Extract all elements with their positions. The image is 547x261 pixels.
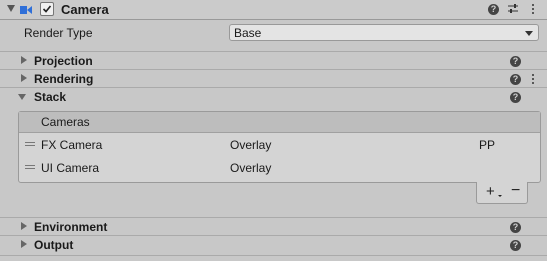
help-icon[interactable]: ? bbox=[510, 222, 521, 233]
camera-extra: PP bbox=[479, 138, 496, 152]
collapsed-arrow-icon bbox=[21, 74, 27, 82]
collapsed-arrow-icon bbox=[21, 240, 27, 248]
list-footer: + − bbox=[476, 182, 528, 204]
help-icon[interactable]: ? bbox=[510, 240, 521, 251]
help-icon[interactable]: ? bbox=[510, 74, 521, 85]
camera-type: Overlay bbox=[230, 138, 272, 152]
section-title: Environment bbox=[34, 220, 108, 234]
enabled-checkbox[interactable] bbox=[40, 2, 54, 16]
list-item[interactable]: FX Camera Overlay PP bbox=[19, 134, 540, 156]
expanded-arrow-icon bbox=[18, 94, 26, 100]
list-header-label: Cameras bbox=[41, 115, 90, 129]
section-stack[interactable]: Stack ? bbox=[0, 87, 547, 106]
section-output[interactable]: Output ? bbox=[0, 235, 547, 254]
add-dropdown-icon bbox=[498, 195, 502, 197]
section-projection[interactable]: Projection ? bbox=[0, 51, 547, 70]
section-title: Output bbox=[34, 238, 74, 252]
section-menu-icon[interactable] bbox=[531, 74, 535, 85]
cameras-list: Cameras FX Camera Overlay PP UI Camera O… bbox=[18, 111, 541, 183]
component-title: Camera bbox=[61, 2, 109, 17]
chevron-down-icon bbox=[525, 31, 533, 36]
collapsed-arrow-icon bbox=[21, 56, 27, 64]
presets-icon[interactable] bbox=[507, 3, 519, 18]
section-rendering[interactable]: Rendering ? bbox=[0, 69, 547, 88]
section-title: Rendering bbox=[34, 72, 94, 86]
camera-icon bbox=[20, 4, 32, 14]
foldout-arrow-icon[interactable] bbox=[7, 5, 15, 12]
component-header[interactable]: Camera ? bbox=[0, 0, 547, 20]
list-header: Cameras bbox=[19, 112, 540, 133]
render-type-dropdown[interactable]: Base bbox=[229, 24, 539, 41]
collapsed-arrow-icon bbox=[21, 222, 27, 230]
divider bbox=[0, 255, 547, 256]
camera-name: FX Camera bbox=[41, 138, 103, 152]
section-environment[interactable]: Environment ? bbox=[0, 217, 547, 236]
section-title: Stack bbox=[34, 90, 67, 104]
drag-handle-icon[interactable] bbox=[25, 165, 35, 170]
add-button[interactable]: + bbox=[486, 183, 495, 200]
help-icon[interactable]: ? bbox=[510, 92, 521, 103]
section-title: Projection bbox=[34, 54, 93, 68]
help-icon[interactable]: ? bbox=[510, 56, 521, 67]
list-item[interactable]: UI Camera Overlay bbox=[19, 157, 540, 179]
inspector-panel: Camera ? Render Type Base Projection ? R… bbox=[0, 0, 547, 261]
render-type-label: Render Type bbox=[24, 26, 93, 40]
camera-name: UI Camera bbox=[41, 161, 100, 175]
component-menu-icon[interactable] bbox=[531, 4, 535, 15]
render-type-value: Base bbox=[234, 26, 262, 40]
camera-type: Overlay bbox=[230, 161, 272, 175]
drag-handle-icon[interactable] bbox=[25, 142, 35, 147]
remove-button[interactable]: − bbox=[511, 182, 520, 200]
render-type-row: Render Type Base bbox=[0, 22, 547, 44]
help-icon[interactable]: ? bbox=[488, 4, 499, 15]
